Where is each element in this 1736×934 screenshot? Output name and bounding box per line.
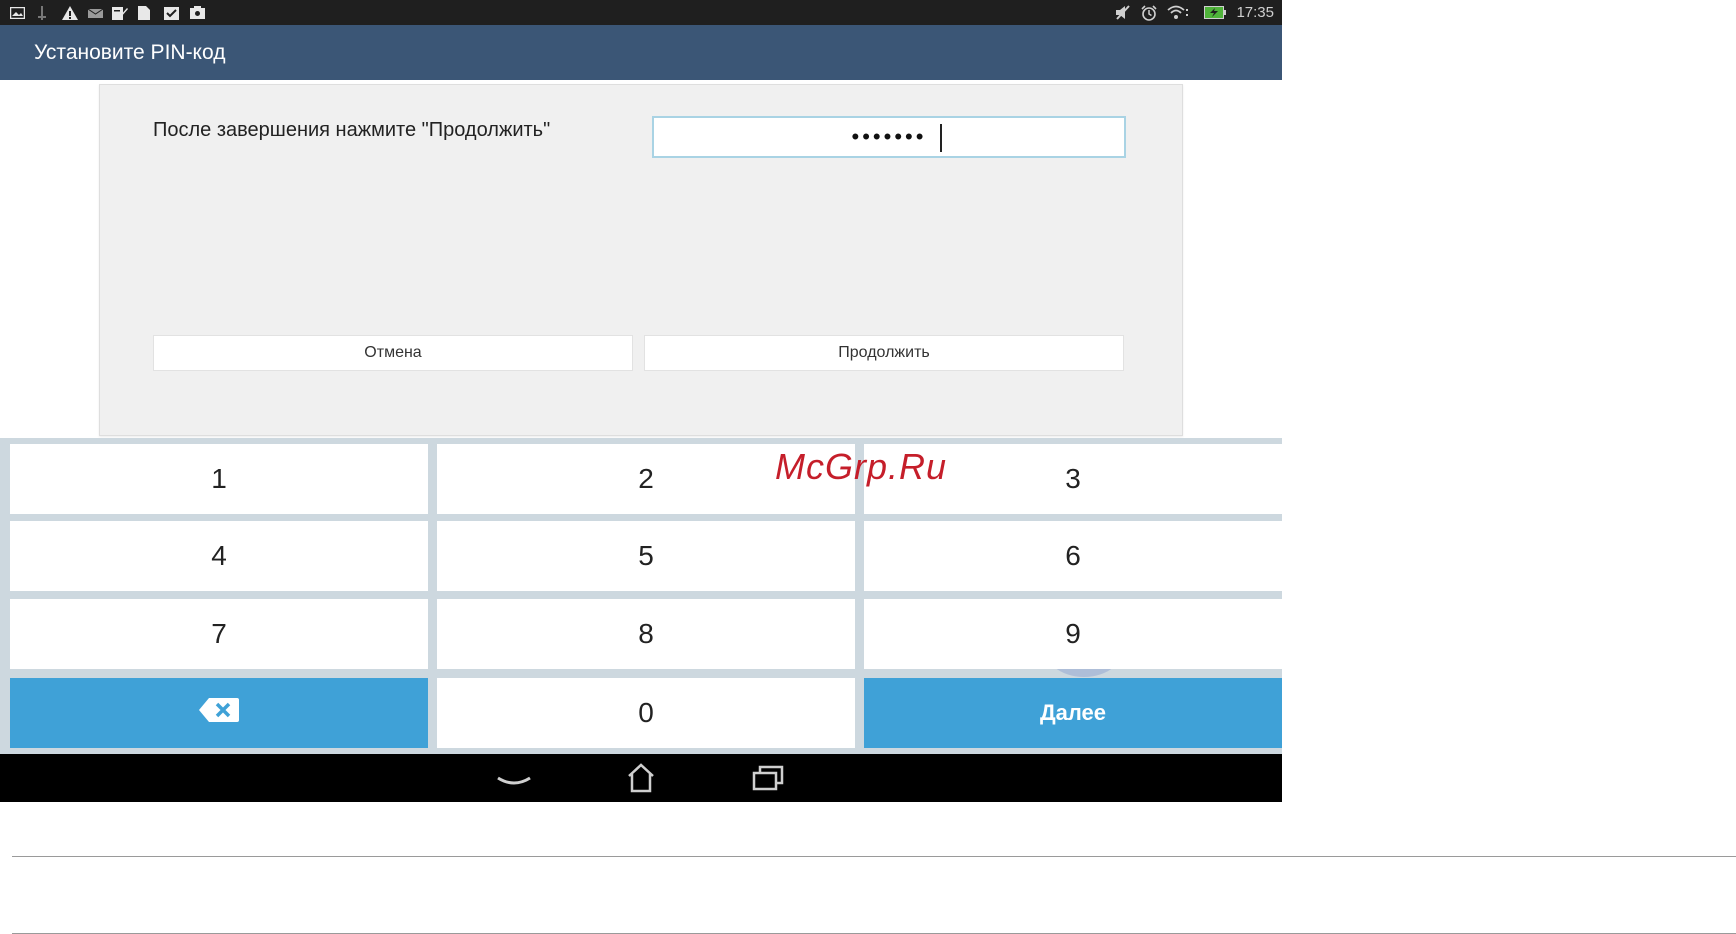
edit-icon [112, 5, 128, 20]
key-7[interactable]: 7 [10, 599, 428, 669]
page-divider-top [12, 856, 1736, 857]
recents-icon[interactable] [748, 762, 788, 794]
action-bar: Установите PIN-код [0, 25, 1282, 80]
page-title: Установите PIN-код [34, 41, 226, 64]
mail-icon [88, 5, 103, 20]
key-5-label: 5 [638, 540, 654, 571]
home-icon[interactable] [621, 762, 661, 794]
status-time: 17:35 [1236, 4, 1274, 21]
key-9[interactable]: 9 [864, 599, 1282, 669]
key-0[interactable]: 0 [437, 678, 855, 748]
file-icon [138, 5, 150, 20]
key-6[interactable]: 6 [864, 521, 1282, 591]
wifi-icon [1167, 5, 1189, 20]
key-8[interactable]: 8 [437, 599, 855, 669]
check-calendar-icon [164, 5, 179, 20]
photo-icon [10, 5, 25, 20]
usb-icon [38, 5, 46, 20]
key-1[interactable]: 1 [10, 444, 428, 514]
pin-dialog: После завершения нажмите "Продолжить" ••… [99, 84, 1183, 436]
battery-charging-icon [1204, 5, 1226, 20]
warning-icon [62, 5, 78, 20]
backspace-icon [199, 698, 239, 728]
dialog-prompt: После завершения нажмите "Продолжить" [153, 119, 551, 141]
device-screen: 17:35 Установите PIN-код После завершени… [0, 0, 1282, 802]
back-icon[interactable] [494, 762, 534, 794]
next-button[interactable]: Далее [864, 678, 1282, 748]
alarm-icon [1141, 4, 1157, 21]
pin-masked-value: ••••••• [851, 124, 927, 149]
text-caret [940, 124, 942, 152]
key-4[interactable]: 4 [10, 521, 428, 591]
key-5[interactable]: 5 [437, 521, 1127, 677]
continue-button[interactable]: Продолжить [644, 335, 1124, 371]
status-bar: 17:35 [0, 0, 1282, 25]
numeric-keypad: 1 2 3 4 5 6 7 8 9 0 Далее [0, 438, 1282, 754]
mute-icon [1115, 5, 1131, 20]
navigation-bar [0, 754, 1282, 802]
pin-input[interactable]: ••••••• [652, 116, 1126, 158]
camera-icon [190, 5, 205, 20]
backspace-button[interactable] [10, 678, 428, 748]
cancel-button[interactable]: Отмена [153, 335, 633, 371]
watermark: McGrp.Ru [775, 446, 948, 487]
